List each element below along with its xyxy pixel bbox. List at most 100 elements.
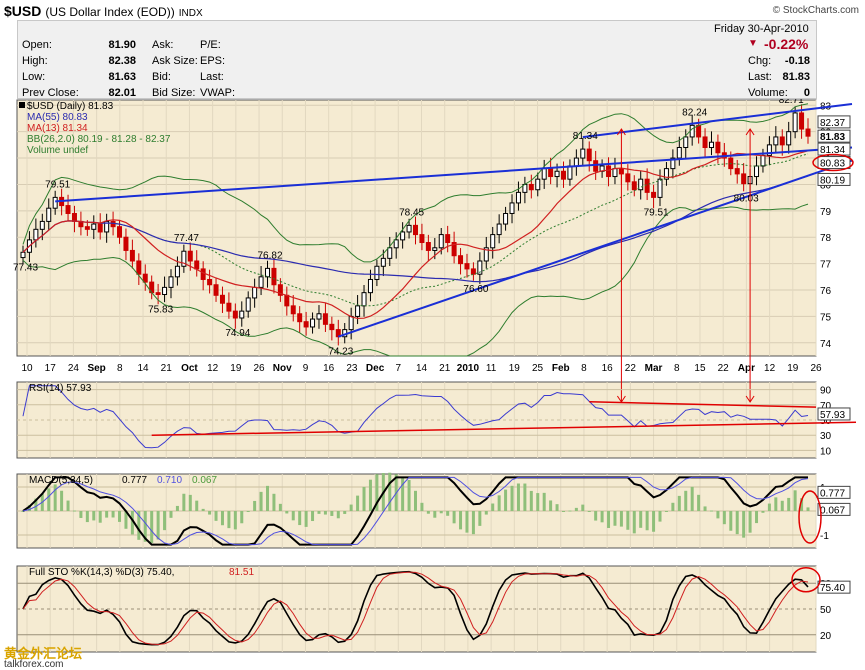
- macd-histogram-bar: [291, 511, 295, 521]
- candle-body: [580, 148, 586, 159]
- macd-histogram-bar: [150, 511, 154, 544]
- candle-body: [136, 260, 142, 275]
- legend-volume: Volume undef: [27, 145, 88, 156]
- candle-body: [644, 178, 650, 193]
- x-tick-label: 25: [532, 363, 544, 374]
- macd-histogram-bar: [317, 511, 321, 514]
- macd-histogram-bar: [72, 510, 76, 512]
- macd-histogram-bar: [742, 511, 746, 538]
- macd-histogram-bar: [311, 511, 315, 522]
- macd-histogram-bar: [446, 511, 450, 516]
- candle-body: [129, 249, 135, 262]
- high-label: High:: [22, 55, 48, 67]
- x-tick-label: Dec: [366, 363, 385, 374]
- price-tick-label: 78: [820, 233, 832, 244]
- macd-histogram-bar: [600, 511, 604, 523]
- macd-histogram-bar: [220, 511, 224, 526]
- x-tick-label: 15: [694, 363, 706, 374]
- x-tick-label: 9: [303, 363, 309, 374]
- candle-body: [33, 228, 39, 241]
- candle-body: [425, 242, 431, 251]
- macd-histogram-bar: [671, 502, 675, 511]
- legend-sto: Full STO %K(14,3) %D(3) 75.40,: [29, 567, 174, 578]
- macd-histogram-bar: [697, 494, 701, 511]
- candle-body: [792, 112, 798, 133]
- rsi-tick-label: 90: [820, 386, 832, 397]
- macd-histogram-bar: [607, 511, 611, 528]
- legend-macd-value: 0.777: [122, 475, 147, 486]
- x-tick-label: Feb: [552, 363, 570, 374]
- axis-tag-label: 82.37: [820, 118, 845, 129]
- last-label: Last:: [748, 71, 772, 83]
- candle-body: [174, 265, 180, 278]
- macd-histogram-bar: [266, 485, 270, 511]
- legend-sto-d: 81.51: [229, 567, 254, 578]
- histogram-value-label: 0.067: [820, 505, 845, 516]
- macd-histogram-bar: [536, 493, 540, 511]
- candle-body: [528, 183, 534, 191]
- macd-histogram-bar: [755, 511, 759, 524]
- candle-body: [586, 148, 592, 162]
- candle-body: [509, 202, 515, 214]
- candle-body: [773, 136, 779, 146]
- chart-title: $USD (US Dollar Index (EOD)) INDX: [4, 3, 203, 19]
- candle-body: [46, 207, 52, 222]
- candle-body: [490, 234, 496, 249]
- candle-body: [187, 250, 193, 262]
- macd-histogram-bar: [780, 500, 784, 511]
- macd-histogram-bar: [555, 504, 559, 511]
- price-annotation: 77.43: [13, 262, 38, 273]
- macd-histogram-bar: [709, 510, 713, 512]
- macd-histogram-bar: [793, 490, 797, 511]
- legend-rsi: RSI(14) 57.93: [29, 383, 92, 394]
- macd-histogram-bar: [278, 503, 282, 511]
- low-label: Low:: [22, 71, 46, 83]
- legend-bb: BB(26,2.0) 80.19 - 81.28 - 82.37: [27, 134, 171, 145]
- candle-body: [271, 267, 277, 286]
- quote-date: Friday 30-Apr-2010: [714, 23, 809, 35]
- candle-body: [413, 224, 418, 236]
- candle-body: [200, 268, 206, 280]
- rsi-tick-label: 30: [820, 431, 832, 442]
- macd-histogram-bar: [684, 490, 688, 511]
- x-tick-label: 8: [581, 363, 587, 374]
- candle-body: [779, 136, 785, 146]
- candle-body: [91, 223, 97, 230]
- macd-histogram-bar: [240, 511, 244, 524]
- sto-tick-label: 20: [820, 631, 832, 642]
- candle-body: [387, 247, 393, 259]
- macd-value-label: 0.777: [820, 488, 845, 499]
- macd-histogram-bar: [66, 500, 70, 511]
- candle-body: [168, 276, 174, 288]
- macd-histogram-bar: [632, 511, 636, 534]
- candle-body: [760, 154, 766, 167]
- macd-histogram-bar: [105, 511, 109, 518]
- price-annotation: 82.24: [682, 107, 707, 118]
- macd-histogram-bar: [163, 511, 167, 531]
- x-tick-label: Mar: [645, 363, 663, 374]
- x-tick-label: 16: [323, 363, 335, 374]
- price-annotation: 77.47: [174, 233, 199, 244]
- macd-histogram-bar: [652, 511, 656, 532]
- candle-body: [155, 292, 161, 296]
- macd-histogram-bar: [491, 503, 495, 511]
- price-tick-label: 76: [820, 286, 832, 297]
- candle-body: [657, 178, 663, 198]
- macd-histogram-bar: [735, 511, 739, 535]
- candle-body: [541, 168, 547, 180]
- candle-body: [284, 294, 290, 307]
- macd-histogram-bar: [626, 511, 630, 530]
- macd-histogram-bar: [336, 511, 340, 519]
- candle-body: [786, 131, 792, 146]
- x-tick-label: 24: [68, 363, 80, 374]
- macd-histogram-bar: [53, 484, 57, 511]
- candle-body: [39, 220, 45, 230]
- symbol: $USD: [4, 3, 42, 19]
- candle-body: [689, 124, 695, 138]
- macd-histogram-bar: [729, 511, 733, 531]
- candle-body: [702, 136, 708, 149]
- macd-histogram-bar: [465, 511, 469, 533]
- candle-body: [406, 224, 412, 233]
- macd-histogram-bar: [85, 511, 89, 523]
- legend-ma13: MA(13) 81.34: [27, 123, 88, 134]
